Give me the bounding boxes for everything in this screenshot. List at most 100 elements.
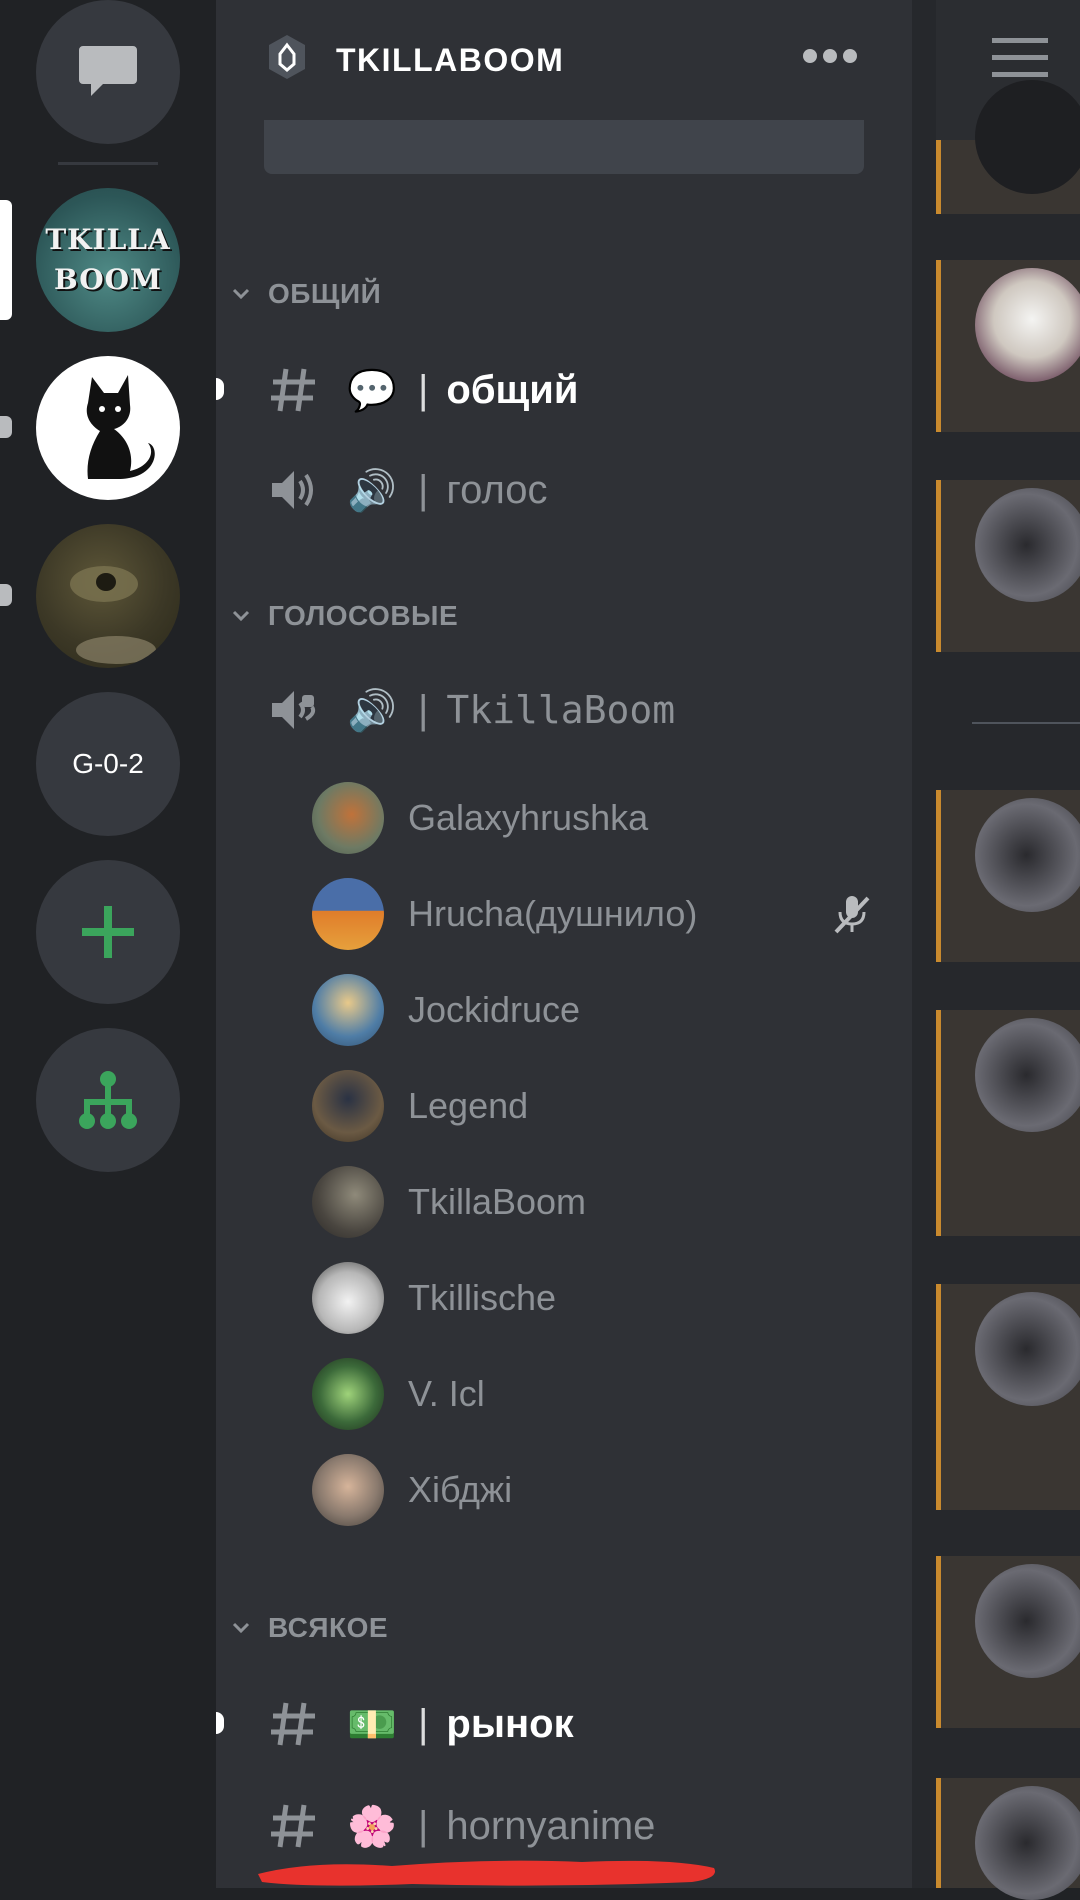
channel-tkillaboom-voice[interactable]: 🔊 | TkillaBoom — [266, 670, 675, 750]
message-card — [936, 1284, 1080, 1510]
hub-tree-icon — [79, 1071, 137, 1129]
voice-channel-locked-icon — [266, 683, 320, 737]
category-label: ВСЯКОЕ — [268, 1612, 389, 1643]
separator-bar: | — [418, 1701, 429, 1746]
message-card — [936, 480, 1080, 652]
voice-user-name: Jockidruce — [408, 989, 581, 1030]
chevron-down-icon — [232, 288, 250, 300]
muted-mic-icon — [834, 896, 870, 934]
server-g02-label: G-0-2 — [72, 748, 144, 779]
voice-user-name: Хібджі — [408, 1469, 513, 1510]
channel-name: hornyanime — [446, 1803, 656, 1848]
voice-user[interactable]: Legend — [312, 1068, 872, 1144]
separator-bar: | — [418, 467, 429, 512]
channel-name: TkillaBoom — [446, 688, 676, 732]
channel-sidebar: TKILLABOOM ОБЩИЙ 💬 | общий 🔊 | голос ГОЛ… — [216, 0, 912, 1888]
separator-bar: | — [418, 1803, 429, 1848]
avatar — [975, 1564, 1080, 1678]
avatar — [312, 1166, 384, 1238]
chat-bubble-icon — [79, 46, 137, 96]
channel-emoji: 💬 — [347, 368, 397, 413]
direct-messages-button[interactable] — [36, 0, 180, 144]
channel-name: рынок — [446, 1701, 574, 1746]
message-card — [936, 1556, 1080, 1728]
voice-user[interactable]: Galaxyhrushka — [312, 780, 872, 856]
message-card — [936, 80, 1080, 214]
voice-user[interactable]: TkillaBoom — [312, 1164, 872, 1240]
message-card — [936, 1010, 1080, 1236]
avatar — [975, 268, 1080, 382]
unread-indicator — [216, 378, 224, 400]
avatar — [975, 1018, 1080, 1132]
server-photo[interactable] — [36, 524, 180, 668]
text-channel-icon — [266, 1799, 320, 1853]
channel-emoji: 🔊 — [347, 468, 397, 513]
voice-user[interactable]: Хібджі — [312, 1452, 872, 1528]
channel-obshchiy[interactable]: 💬 | общий — [266, 350, 578, 430]
avatar — [312, 1454, 384, 1526]
server-photo-image — [70, 566, 156, 664]
voice-user[interactable]: V. Icl — [312, 1356, 872, 1432]
chevron-down-icon — [232, 610, 250, 622]
channel-emoji: 💵 — [347, 1702, 397, 1747]
chevron-down-icon — [232, 1622, 250, 1634]
add-server-button[interactable] — [36, 860, 180, 1004]
voice-user[interactable]: Tkillische — [312, 1260, 872, 1336]
avatar — [312, 782, 384, 854]
avatar — [312, 1070, 384, 1142]
avatar — [312, 1262, 384, 1334]
voice-user[interactable]: Jockidruce — [312, 972, 872, 1048]
date-divider — [972, 722, 1080, 724]
voice-user-name: Tkillische — [408, 1277, 557, 1318]
explore-servers-button[interactable] — [36, 1028, 180, 1172]
avatar — [312, 974, 384, 1046]
avatar — [312, 1358, 384, 1430]
server-tkillaboom-label: TKILLA BOOM — [45, 223, 171, 296]
rail-separator — [58, 162, 158, 165]
channel-rynok[interactable]: 💵 | рынок — [266, 1684, 574, 1764]
hamburger-menu-icon[interactable] — [992, 38, 1048, 78]
server-boost-icon — [269, 35, 305, 79]
more-options-icon[interactable] — [802, 44, 858, 68]
avatar — [975, 488, 1080, 602]
avatar — [975, 1292, 1080, 1406]
avatar — [975, 80, 1080, 194]
channel-golos[interactable]: 🔊 | голос — [266, 450, 548, 530]
category-obshchiy[interactable]: ОБЩИЙ — [230, 278, 381, 310]
server-name: TKILLABOOM — [336, 42, 565, 78]
red-scribble-annotation — [258, 1860, 716, 1886]
plus-icon — [82, 906, 134, 958]
server-cat[interactable] — [36, 356, 180, 500]
unread-indicator — [216, 1712, 224, 1734]
separator-bar: | — [418, 367, 429, 412]
category-vsyakoe[interactable]: ВСЯКОЕ — [230, 1612, 388, 1644]
text-channel-icon — [266, 363, 320, 417]
voice-user-name: Galaxyhrushka — [408, 797, 649, 838]
voice-user-name: V. Icl — [408, 1373, 485, 1414]
channel-name: голос — [446, 467, 548, 512]
category-label: ГОЛОСОВЫЕ — [268, 600, 459, 631]
message-card — [936, 1778, 1080, 1900]
channel-name: общий — [446, 367, 579, 412]
voice-channel-icon — [266, 463, 320, 517]
server-rail: TKILLA BOOM G-0-2 — [0, 0, 216, 1888]
channel-emoji: 🌸 — [347, 1804, 397, 1849]
voice-user-name: TkillaBoom — [408, 1181, 587, 1222]
server-g02[interactable]: G-0-2 — [36, 692, 180, 836]
voice-user[interactable]: Hrucha(душнило) — [312, 876, 872, 952]
text-channel-icon — [266, 1697, 320, 1751]
category-label: ОБЩИЙ — [268, 278, 382, 309]
active-server-indicator — [0, 200, 12, 320]
unread-indicator — [0, 416, 12, 438]
avatar — [312, 878, 384, 950]
message-card — [936, 790, 1080, 962]
avatar — [975, 1786, 1080, 1900]
separator-bar: | — [418, 687, 429, 732]
server-header[interactable]: TKILLABOOM — [216, 0, 912, 120]
avatar — [975, 798, 1080, 912]
category-golosovye[interactable]: ГОЛОСОВЫЕ — [230, 600, 458, 632]
server-tkillaboom[interactable]: TKILLA BOOM — [36, 188, 180, 332]
message-card — [936, 260, 1080, 432]
unread-indicator — [0, 584, 12, 606]
black-cat-icon — [86, 375, 155, 479]
